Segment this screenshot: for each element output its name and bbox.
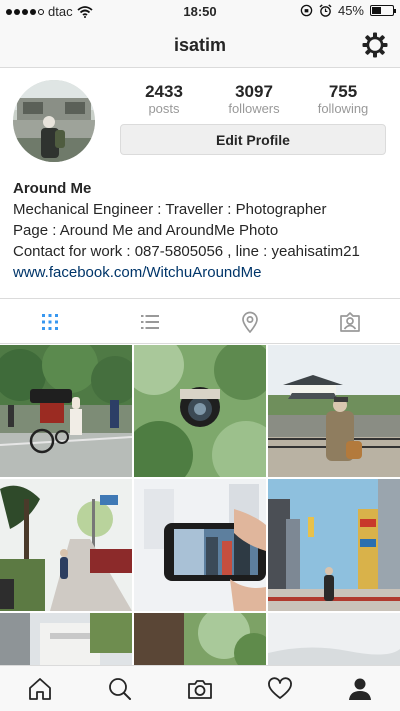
post-thumbnail[interactable] [134,613,266,665]
tagged-icon[interactable] [339,311,361,333]
status-bar: dtac 18:50 45% [0,0,400,22]
tab-bar [0,665,400,711]
status-right: 45% [300,3,396,18]
carrier-name: dtac [48,4,73,19]
username-title: isatim [173,35,227,55]
edit-profile-button[interactable]: Edit Profile [120,124,386,155]
home-icon[interactable] [27,676,53,702]
status-left: dtac [6,4,93,19]
post-thumbnail[interactable] [268,613,400,665]
stat-value: 2433 [145,82,183,101]
top-nav: isatim [0,22,400,68]
post-thumbnail[interactable] [134,345,266,477]
battery-icon [370,5,396,16]
location-pin-icon[interactable] [239,311,261,333]
view-tabs [0,298,400,344]
camera-icon[interactable] [187,676,213,702]
stat-value: 755 [328,82,358,101]
post-thumbnail[interactable] [0,613,132,665]
profile-icon[interactable] [347,676,373,702]
signal-strength-icon [6,8,44,15]
followers-count[interactable]: 3097 followers [209,82,299,117]
following-count[interactable]: 755 following [298,82,388,117]
post-thumbnail[interactable] [268,345,400,477]
stat-label: posts [148,101,180,116]
website-link[interactable]: www.facebook.com/WitchuAroundMe [13,262,393,283]
display-name: Around Me [13,180,92,197]
heart-icon[interactable] [267,676,293,702]
post-thumbnail[interactable] [0,479,132,611]
list-icon[interactable] [139,311,161,333]
bio: Around Me Mechanical Engineer : Travelle… [13,178,393,283]
gear-icon[interactable] [362,32,388,58]
battery-percent: 45% [337,3,364,18]
stat-label: following [317,101,369,116]
stat-value: 3097 [235,82,273,101]
wifi-icon [76,5,93,18]
avatar[interactable] [13,80,95,162]
post-thumbnail[interactable] [134,479,266,611]
bio-line: Contact for work : 087-5805056 , line : … [13,243,360,260]
bio-line: Page : Around Me and AroundMe Photo [13,222,279,239]
profile-stats: 2433 posts 3097 followers 755 following [122,82,386,118]
post-thumbnail[interactable] [268,479,400,611]
bio-line: Mechanical Engineer : Traveller : Photog… [13,201,327,218]
stat-label: followers [228,101,280,116]
orientation-lock-icon [300,4,313,17]
grid-icon[interactable] [39,311,61,333]
search-icon[interactable] [107,676,133,702]
alarm-icon [319,4,332,17]
posts-count[interactable]: 2433 posts [119,82,209,117]
post-thumbnail[interactable] [0,345,132,477]
photo-grid [0,345,400,665]
